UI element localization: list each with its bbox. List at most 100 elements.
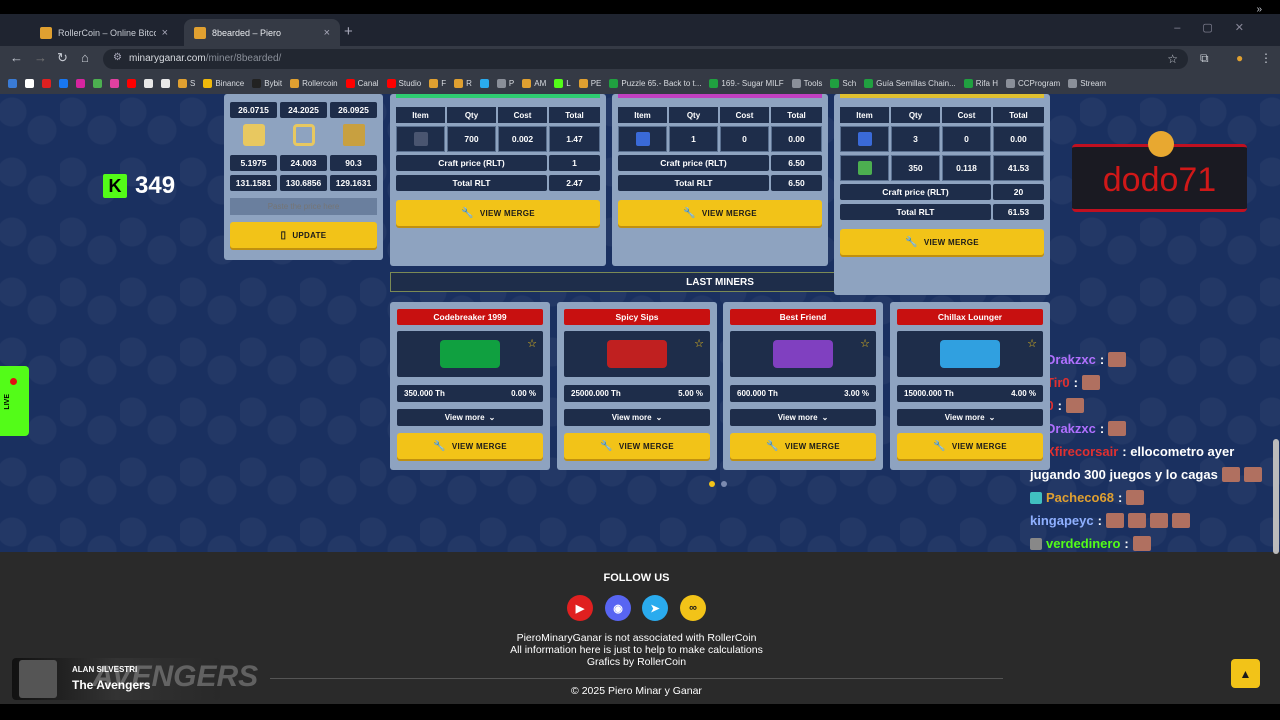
view-merge-button[interactable]: 🔧 VIEW MERGE bbox=[730, 433, 876, 459]
site-info-icon[interactable]: ⚙ bbox=[113, 52, 122, 63]
view-merge-button[interactable]: 🔧 VIEW MERGE bbox=[840, 229, 1044, 255]
scroll-to-top-button[interactable]: ▲ bbox=[1231, 659, 1260, 688]
update-button[interactable]: ▯ UPDATE bbox=[230, 222, 377, 248]
window-controls[interactable]: –▢✕ bbox=[1174, 21, 1266, 34]
link-icon[interactable]: ∞ bbox=[680, 595, 706, 621]
bookmark-item[interactable]: Tools bbox=[791, 78, 822, 88]
bookmark-item[interactable]: Canal bbox=[345, 78, 379, 88]
extensions-icon[interactable]: ⧉ bbox=[1200, 51, 1209, 66]
bookmark-item[interactable] bbox=[76, 78, 85, 88]
bookmark-item[interactable]: PE bbox=[578, 78, 601, 88]
miner-name: Spicy Sips bbox=[564, 309, 710, 325]
table-header: Item bbox=[618, 107, 667, 123]
part-thumb-icon bbox=[857, 161, 872, 175]
view-merge-button[interactable]: 🔧 VIEW MERGE bbox=[397, 433, 543, 459]
follow-us-heading: FOLLOW US bbox=[603, 572, 670, 584]
bookmark-item[interactable]: S bbox=[178, 78, 195, 88]
bookmark-item[interactable] bbox=[59, 78, 68, 88]
bookmark-item[interactable]: Guía Semillas Chain... bbox=[864, 78, 956, 88]
bookmark-item[interactable]: P bbox=[496, 78, 514, 88]
chat-username[interactable]: Drakzxc bbox=[1046, 421, 1096, 436]
view-merge-button[interactable]: 🔧 VIEW MERGE bbox=[897, 433, 1043, 459]
carousel-dot-active[interactable] bbox=[709, 481, 715, 487]
bookmark-item[interactable] bbox=[144, 78, 153, 88]
chat-emote-icon bbox=[1132, 536, 1151, 551]
bookmark-item[interactable]: Sch bbox=[830, 78, 856, 88]
chevron-down-icon: ⌄ bbox=[821, 413, 829, 422]
miner-card: Best Friend ☆ 600.000 Th 3.00 % View more ⌄ 🔧 V… bbox=[723, 302, 883, 470]
favorite-star-icon[interactable]: ☆ bbox=[527, 337, 537, 350]
view-merge-button[interactable]: 🔧 VIEW MERGE bbox=[396, 200, 600, 226]
bookmark-star-icon[interactable]: ☆ bbox=[1167, 52, 1178, 66]
menu-icon[interactable]: ⋮ bbox=[1260, 51, 1272, 65]
youtube-icon[interactable]: ▶ bbox=[567, 595, 593, 621]
more-bookmarks-icon[interactable]: » bbox=[1256, 4, 1262, 15]
chat-username[interactable]: Pacheco68 bbox=[1046, 490, 1114, 505]
bookmark-item[interactable] bbox=[127, 78, 136, 88]
bookmark-item[interactable]: L bbox=[554, 78, 571, 88]
bookmark-item[interactable] bbox=[8, 78, 17, 88]
bookmark-item[interactable] bbox=[25, 78, 34, 88]
home-icon[interactable]: ⌂ bbox=[81, 50, 89, 65]
price-input[interactable] bbox=[230, 198, 377, 215]
back-icon[interactable]: ← bbox=[10, 50, 23, 65]
bookmark-item[interactable] bbox=[42, 78, 51, 88]
view-more-button[interactable]: View more ⌄ bbox=[397, 409, 543, 426]
chat-message: jugando 300 juegos y lo cagas bbox=[1030, 463, 1280, 486]
bookmark-item[interactable]: Rollercoin bbox=[290, 78, 338, 88]
table-header: Qty bbox=[669, 107, 718, 123]
view-more-button[interactable]: View more ⌄ bbox=[564, 409, 710, 426]
view-merge-button[interactable]: 🔧 VIEW MERGE bbox=[618, 200, 822, 226]
new-tab-icon[interactable]: + bbox=[344, 23, 353, 40]
chat-username[interactable]: Xfirecorsair bbox=[1046, 444, 1118, 459]
tab-8bearded[interactable]: 8bearded – Piero × bbox=[184, 19, 340, 46]
tab-rollercoin[interactable]: RollerCoin – Online Bitcoin Min × bbox=[30, 19, 178, 46]
bookmark-label: Rifa H bbox=[975, 78, 998, 88]
bookmark-item[interactable] bbox=[93, 78, 102, 88]
bookmark-favicon-icon bbox=[578, 78, 588, 88]
view-more-button[interactable]: View more ⌄ bbox=[730, 409, 876, 426]
telegram-icon[interactable]: ➤ bbox=[642, 595, 668, 621]
favorite-star-icon[interactable]: ☆ bbox=[1027, 337, 1037, 350]
chat-text: : bbox=[1057, 398, 1062, 413]
close-tab-icon[interactable]: × bbox=[324, 27, 330, 39]
price-panel: 26.0715 24.2025 26.0925 5.1975 24.003 90… bbox=[224, 94, 383, 260]
view-more-button[interactable]: View more ⌄ bbox=[897, 409, 1043, 426]
bookmark-item[interactable]: Bybit bbox=[252, 78, 282, 88]
bookmark-item[interactable]: Studio bbox=[386, 78, 421, 88]
reload-icon[interactable]: ↻ bbox=[57, 50, 68, 66]
bookmark-item[interactable]: F bbox=[429, 78, 446, 88]
bookmark-item[interactable]: R bbox=[454, 78, 472, 88]
bookmark-item[interactable] bbox=[110, 78, 119, 88]
bookmark-item[interactable]: Rifa H bbox=[963, 78, 998, 88]
bookmark-item[interactable] bbox=[479, 78, 489, 88]
chat-username[interactable]: verdedinero bbox=[1046, 536, 1120, 551]
favorite-star-icon[interactable]: ☆ bbox=[694, 337, 704, 350]
chat-emote-icon bbox=[1105, 513, 1124, 528]
chat-username[interactable]: Drakzxc bbox=[1046, 352, 1096, 367]
bookmark-item[interactable]: Stream bbox=[1068, 78, 1106, 88]
chat-username[interactable]: kingapeyc bbox=[1030, 513, 1094, 528]
discord-icon[interactable]: ◉ bbox=[605, 595, 631, 621]
page-content: 26.0715 24.2025 26.0925 5.1975 24.003 90… bbox=[0, 94, 1280, 704]
price-cell: 26.0925 bbox=[330, 102, 377, 118]
forward-icon[interactable]: → bbox=[34, 50, 47, 65]
bookmark-label: R bbox=[466, 78, 472, 88]
bookmark-item[interactable]: CCProgram bbox=[1005, 78, 1060, 88]
bookmark-item[interactable] bbox=[161, 78, 170, 88]
close-tab-icon[interactable]: × bbox=[162, 27, 168, 39]
bookmark-item[interactable]: Binance bbox=[203, 78, 244, 88]
profile-icon[interactable]: ● bbox=[1236, 51, 1243, 65]
bookmark-item[interactable]: Puzzle 65.- Back to t... bbox=[609, 78, 701, 88]
view-merge-button[interactable]: 🔧 VIEW MERGE bbox=[564, 433, 710, 459]
favorite-star-icon[interactable]: ☆ bbox=[860, 337, 870, 350]
value-cell-total: 41.53 bbox=[993, 155, 1044, 181]
address-bar[interactable]: ⚙ minaryganar.com/miner/8bearded/ ☆ bbox=[103, 49, 1188, 69]
streamer-name: dodo71 bbox=[1102, 161, 1217, 199]
chat-message: Xfirecorsair: ellocometro ayer bbox=[1030, 440, 1280, 463]
carousel-dot[interactable] bbox=[721, 481, 727, 487]
bookmark-item[interactable]: 169.- Sugar MILF bbox=[709, 78, 784, 88]
scrollbar[interactable] bbox=[1273, 439, 1279, 554]
bookmark-item[interactable]: AM bbox=[522, 78, 546, 88]
part-thumb-icon bbox=[857, 132, 872, 146]
